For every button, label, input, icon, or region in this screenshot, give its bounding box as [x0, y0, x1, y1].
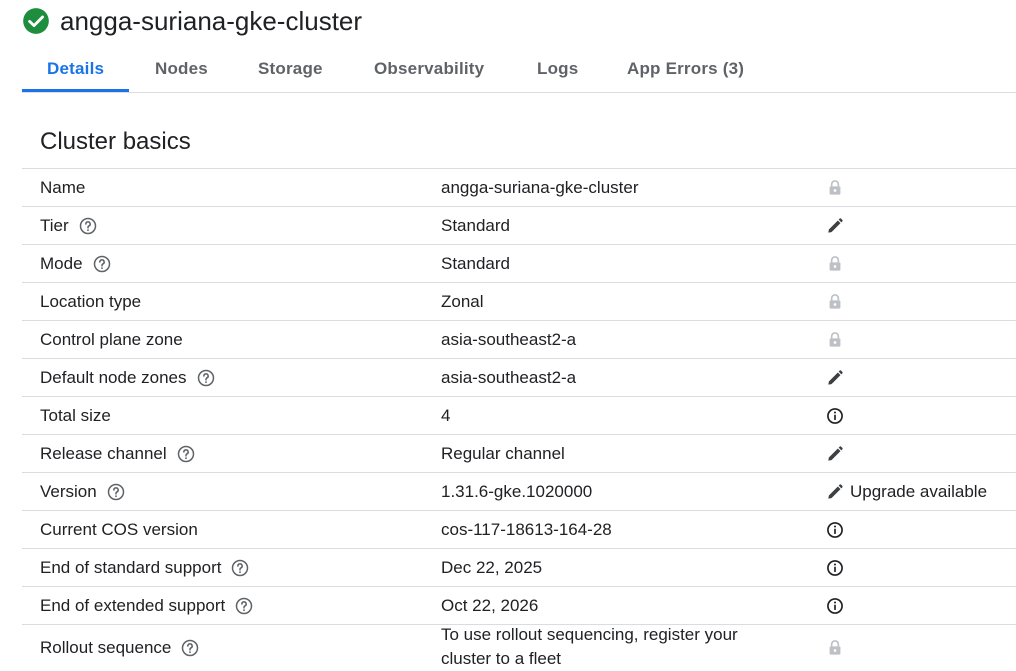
table-row: Name angga-suriana-gke-cluster — [22, 168, 1016, 206]
help-icon[interactable] — [196, 368, 216, 388]
help-icon[interactable] — [234, 596, 254, 616]
row-label: Default node zones — [40, 367, 187, 387]
row-label: Release channel — [40, 443, 167, 463]
row-value: Standard — [441, 215, 510, 235]
help-icon[interactable] — [92, 254, 112, 274]
table-row: End of extended support Oct 22, 2026 — [22, 586, 1016, 624]
row-value: To use rollout sequencing, register your… — [441, 625, 738, 668]
table-row: Release channel Regular channel — [22, 434, 1016, 472]
active-tab-indicator — [22, 89, 129, 92]
row-label-cell: Version — [40, 473, 126, 510]
row-value: Standard — [441, 253, 510, 273]
tab-nodes[interactable]: Nodes — [155, 50, 208, 92]
row-label-cell: Name — [40, 169, 85, 206]
row-label-cell: Default node zones — [40, 359, 216, 396]
row-action[interactable] — [825, 207, 845, 244]
lock-icon — [829, 293, 841, 309]
table-row: Mode Standard — [22, 244, 1016, 282]
row-label-cell: Current COS version — [40, 511, 198, 548]
tab-details[interactable]: Details — [47, 50, 104, 92]
row-label: Tier — [40, 215, 69, 235]
edit-icon[interactable] — [825, 368, 845, 388]
help-icon[interactable] — [180, 638, 200, 658]
table-row: Location type Zonal — [22, 282, 1016, 320]
row-label: Total size — [40, 405, 111, 425]
row-action[interactable] — [825, 435, 845, 472]
table-row: Control plane zone asia-southeast2-a — [22, 320, 1016, 358]
lock-icon — [829, 255, 841, 271]
tab-bar: Details Nodes Storage Observability Logs… — [22, 50, 1016, 93]
row-value: angga-suriana-gke-cluster — [441, 177, 639, 197]
help-icon[interactable] — [230, 558, 250, 578]
row-action — [825, 169, 845, 206]
row-label-cell: End of standard support — [40, 549, 250, 586]
row-action — [825, 245, 845, 282]
row-label: End of standard support — [40, 557, 222, 577]
row-value: 1.31.6-gke.1020000 — [441, 481, 593, 501]
row-action — [825, 549, 845, 586]
details-table: Name angga-suriana-gke-cluster Tier Standar… — [22, 168, 1016, 671]
table-row: Version 1.31.6-gke.1020000 Upgrade availab… — [22, 472, 1016, 510]
row-value: cos-117-18613-164-28 — [441, 519, 612, 539]
row-value: asia-southeast2-a — [441, 329, 577, 349]
tab-app-errors[interactable]: App Errors (3) — [627, 50, 744, 92]
page-header: angga-suriana-gke-cluster — [22, 4, 362, 38]
row-label-cell: Tier — [40, 207, 98, 244]
row-value: 4 — [441, 405, 451, 425]
row-label-cell: Release channel — [40, 435, 196, 472]
row-label: Name — [40, 177, 86, 197]
row-label-cell: Location type — [40, 283, 141, 320]
row-label: Version — [40, 481, 97, 501]
lock-icon — [829, 179, 841, 195]
row-label: Mode — [40, 253, 83, 273]
row-action — [825, 397, 845, 434]
row-label: Rollout sequence — [40, 638, 172, 657]
tab-logs[interactable]: Logs — [537, 50, 578, 92]
row-action — [825, 625, 845, 671]
edit-icon[interactable] — [825, 482, 845, 502]
help-icon[interactable] — [78, 216, 98, 236]
table-row: Current COS version cos-117-18613-164-28 — [22, 510, 1016, 548]
row-label-cell: Total size — [40, 397, 111, 434]
row-label-cell: Control plane zone — [40, 321, 183, 358]
row-label: Control plane zone — [40, 329, 183, 349]
row-action — [825, 321, 845, 358]
lock-icon — [829, 331, 841, 347]
table-row: Total size 4 — [22, 396, 1016, 434]
row-label-cell: End of extended support — [40, 587, 254, 624]
row-action — [825, 587, 845, 624]
info-icon — [827, 407, 843, 424]
check-circle-icon — [23, 8, 49, 34]
upgrade-available-link[interactable]: Upgrade available — [850, 482, 987, 502]
section-title: Cluster basics — [40, 128, 191, 155]
row-value: asia-southeast2-a — [441, 367, 577, 387]
table-row: End of standard support Dec 22, 2025 — [22, 548, 1016, 586]
info-icon — [827, 521, 843, 538]
tab-observability[interactable]: Observability — [374, 50, 484, 92]
help-icon[interactable] — [106, 482, 126, 502]
row-value: Zonal — [441, 291, 484, 311]
row-value: Regular channel — [441, 443, 565, 463]
help-icon[interactable] — [176, 444, 196, 464]
row-label: Current COS version — [40, 519, 198, 539]
edit-icon[interactable] — [825, 216, 845, 236]
tab-storage[interactable]: Storage — [258, 50, 323, 92]
table-row: Default node zones asia-southeast2-a — [22, 358, 1016, 396]
row-value: Dec 22, 2025 — [441, 557, 543, 577]
row-label-cell: Mode — [40, 245, 112, 282]
row-action[interactable]: Upgrade available — [825, 473, 987, 510]
lock-icon — [829, 640, 841, 655]
info-icon — [827, 559, 843, 576]
info-icon — [827, 597, 843, 614]
page-title: angga-suriana-gke-cluster — [60, 5, 363, 36]
row-value: Oct 22, 2026 — [441, 595, 539, 615]
row-action[interactable] — [825, 359, 845, 396]
edit-icon[interactable] — [825, 444, 845, 464]
row-action — [825, 511, 845, 548]
table-row: Tier Standard — [22, 206, 1016, 244]
row-action — [825, 283, 845, 320]
row-label-cell: Rollout sequence — [40, 625, 200, 671]
row-label: Location type — [40, 291, 142, 311]
row-label: End of extended support — [40, 595, 226, 615]
